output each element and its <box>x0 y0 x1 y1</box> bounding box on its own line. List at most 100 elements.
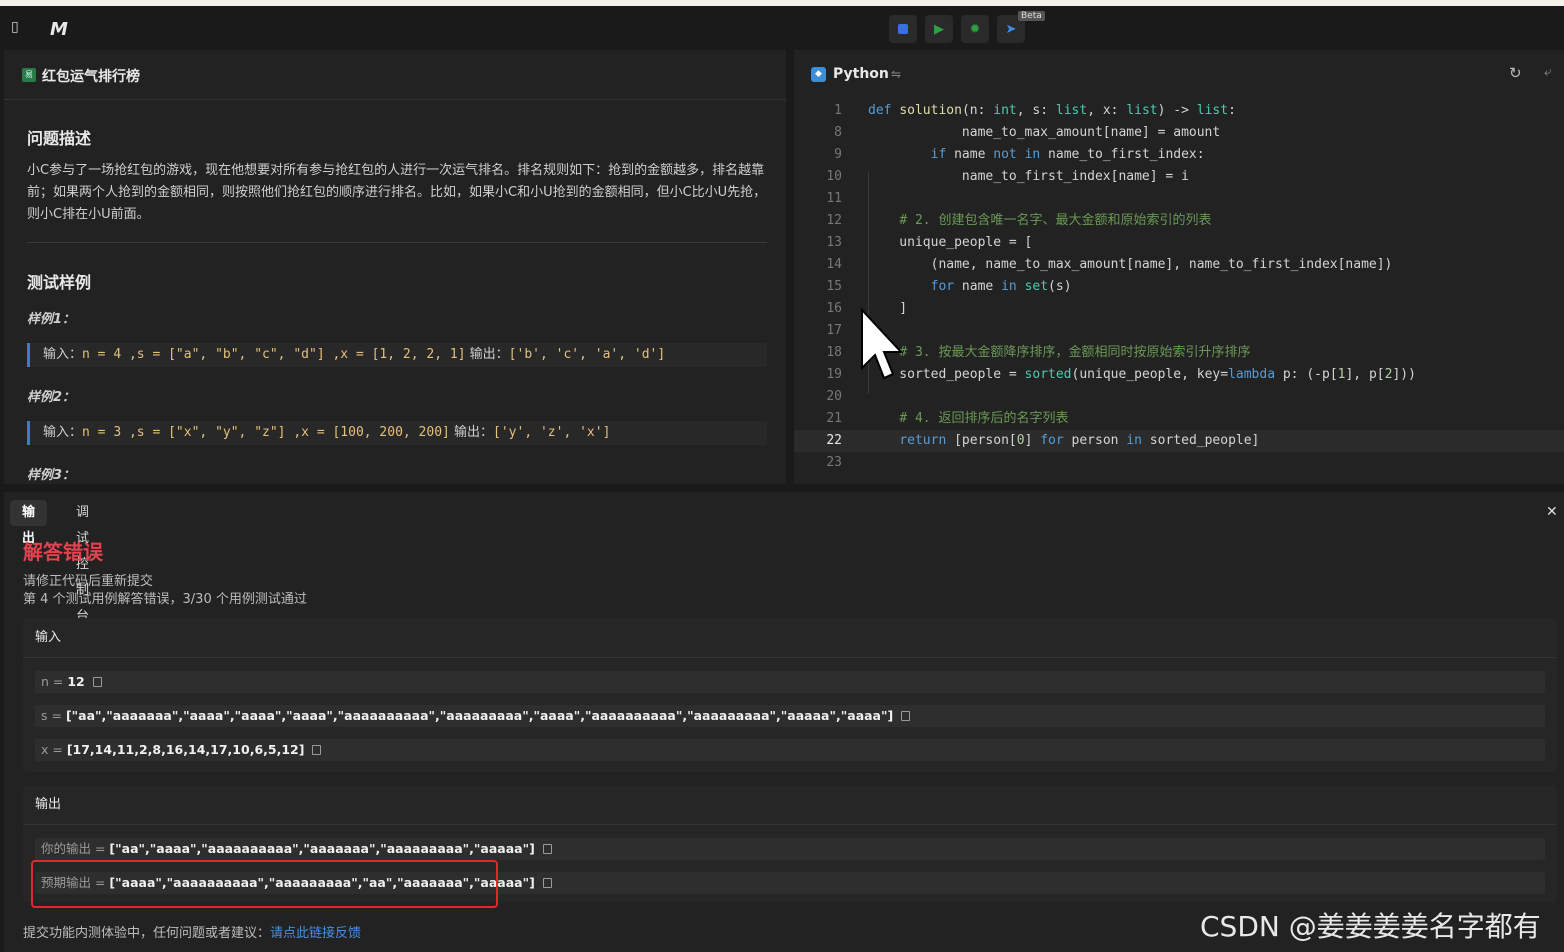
annotation-highlight-box <box>31 860 498 908</box>
run-icon: ▶ <box>934 21 944 37</box>
input-row: s = ["aa","aaaaaaa","aaaa","aaaa","aaaa"… <box>35 705 1545 727</box>
code-line[interactable]: 10 name_to_first_index[name] = i <box>794 166 1564 188</box>
output-prefix: 输出： <box>449 425 494 440</box>
copy-icon[interactable] <box>542 877 552 888</box>
code-text: # 2. 创建包含唯一名字、最大金额和原始索引的列表 <box>899 213 1212 228</box>
code-line[interactable]: 18 # 3. 按最大金额降序排序，金额相同时按原始索引升序排序 <box>794 342 1564 364</box>
sample-box: 输入：n = 4 ,s = ["a", "b", "c", "d"] ,x = … <box>27 343 767 367</box>
samples-heading: 测试样例 <box>27 273 92 292</box>
submit-icon: ➤ <box>1005 21 1017 37</box>
copy-icon[interactable] <box>312 744 322 755</box>
copy-icon[interactable] <box>92 676 102 687</box>
result-panel: 输出 调试控制台 ✕ 解答错误 请修正代码后重新提交 第 4 个测试用例解答错误… <box>4 492 1564 952</box>
code-text: if name not in name_to_first_index: <box>930 147 1205 162</box>
code-line[interactable]: 22 return [person[0] for person in sorte… <box>794 430 1564 452</box>
sample-label: 样例1： <box>27 312 76 327</box>
feedback-footer: 提交功能内测体验中，任何问题或者建议：请点此链接反馈 <box>23 922 361 941</box>
close-icon[interactable]: ✕ <box>1546 504 1558 520</box>
run-button[interactable]: ▶ <box>925 15 953 43</box>
code-text: sorted_people = sorted(unique_people, ke… <box>868 367 1416 382</box>
input-heading: 输入 <box>23 618 1557 658</box>
code-editor-panel: ◆ Python ⇋ ↻ ⤶ 1 def solution(n: int, s: … <box>794 50 1564 484</box>
problem-panel: 易 红包运气排行榜 问题描述 小C参与了一场抢红包的游戏，现在他想要对所有参与抢… <box>4 50 786 484</box>
input-key: n = <box>41 674 68 689</box>
problem-difficulty-icon: 易 <box>22 68 36 82</box>
code-line[interactable]: 15 for name in set(s) <box>794 276 1564 298</box>
code-text: return [person[0] for person in sorted_p… <box>899 433 1260 448</box>
input-row: x = [17,14,11,2,8,16,14,17,10,6,5,12] <box>35 739 1545 761</box>
code-line[interactable]: 21 # 4. 返回排序后的名字列表 <box>794 408 1564 430</box>
problem-header: 易 红包运气排行榜 <box>4 50 786 100</box>
line-number: 16 <box>826 301 842 316</box>
code-line[interactable]: 23 <box>794 452 1564 474</box>
code-line[interactable]: 9 if name not in name_to_first_index: <box>794 144 1564 166</box>
line-number: 13 <box>826 235 842 250</box>
input-prefix: 输入： <box>43 425 83 440</box>
input-value: [17,14,11,2,8,16,14,17,10,6,5,12] <box>66 742 305 757</box>
code-line[interactable]: 12 # 2. 创建包含唯一名字、最大金额和原始索引的列表 <box>794 210 1564 232</box>
description-heading: 问题描述 <box>27 129 92 148</box>
code-text: name_to_max_amount[name] = amount <box>868 125 1221 140</box>
line-number: 8 <box>834 125 842 140</box>
input-key: s = <box>41 708 66 723</box>
input-prefix: 输入： <box>43 347 83 362</box>
your-output-value: ["aa","aaaa","aaaaaaaaaa","aaaaaaa","aaa… <box>109 841 535 856</box>
line-number: 12 <box>826 213 842 228</box>
debug-button[interactable]: ✹ <box>961 15 989 43</box>
mouse-cursor-icon <box>861 308 904 380</box>
output-key: 你的输出 = <box>41 841 110 856</box>
code-line[interactable]: 11 <box>794 188 1564 210</box>
code-line[interactable]: 20 <box>794 386 1564 408</box>
input-row: n = 12 <box>35 671 1545 693</box>
line-number: 15 <box>826 279 842 294</box>
line-number: 18 <box>826 345 842 360</box>
verdict-hint: 请修正代码后重新提交 <box>23 574 154 589</box>
code-line[interactable]: 16 ] <box>794 298 1564 320</box>
code-text: unique_people = [ <box>868 235 1033 250</box>
copy-icon[interactable] <box>901 710 911 721</box>
tab-debug-console[interactable]: 调试控制台 <box>64 500 101 624</box>
line-number: 22 <box>826 433 842 448</box>
stop-button[interactable] <box>889 15 917 43</box>
sample-label: 样例2： <box>27 390 76 405</box>
top-toolbar: ▯ M ▶ ✹ ➤ Beta <box>0 6 1564 48</box>
code-text: name_to_first_index[name] = i <box>868 169 1189 184</box>
code-line[interactable]: 8 name_to_max_amount[name] = amount <box>794 122 1564 144</box>
code-text: # 3. 按最大金额降序排序，金额相同时按原始索引升序排序 <box>899 345 1251 360</box>
problem-description: 小C参与了一场抢红包的游戏，现在他想要对所有参与抢红包的人进行一次运气排名。排名… <box>27 163 767 222</box>
sample-output: ['y', 'z', 'x'] <box>493 425 611 440</box>
beta-badge: Beta <box>1018 11 1045 21</box>
sample-input: n = 3 ,s = ["x", "y", "z"] ,x = [100, 20… <box>82 425 450 440</box>
watermark: CSDN @姜姜姜姜名字都有 <box>1200 910 1541 943</box>
copy-icon[interactable] <box>542 843 552 854</box>
code-text: def solution(n: int, s: list, x: list) -… <box>868 103 1236 118</box>
logo: M <box>50 19 68 40</box>
python-icon: ◆ <box>811 67 826 82</box>
line-number: 21 <box>826 411 842 426</box>
tab-output[interactable]: 输出 <box>10 500 48 546</box>
line-number: 19 <box>826 367 842 382</box>
output-prefix: 输出： <box>465 347 509 362</box>
feedback-link[interactable]: 请点此链接反馈 <box>270 926 361 941</box>
language-selector[interactable]: Python <box>833 66 889 82</box>
refresh-icon[interactable]: ↻ <box>1509 64 1522 82</box>
line-number: 17 <box>826 323 842 338</box>
input-block: 输入 n = 12 s = ["aa","aaaaaaa","aaaa","aa… <box>23 618 1557 772</box>
code-text: # 4. 返回排序后的名字列表 <box>899 411 1069 426</box>
wrap-icon[interactable]: ⤶ <box>1544 64 1552 80</box>
code-line[interactable]: 14 (name, name_to_max_amount[name], name… <box>794 254 1564 276</box>
verdict: 解答错误 <box>23 540 103 564</box>
swap-icon[interactable]: ⇋ <box>891 67 901 81</box>
sample-box: 输入：n = 3 ,s = ["x", "y", "z"] ,x = [100,… <box>27 421 767 445</box>
sidebar-toggle-icon[interactable]: ▯ <box>11 19 19 35</box>
output-heading: 输出 <box>23 785 1557 825</box>
code-line[interactable]: 17 <box>794 320 1564 342</box>
line-number: 20 <box>826 389 842 404</box>
code-line[interactable]: 1 def solution(n: int, s: list, x: list) … <box>794 100 1564 122</box>
code-line[interactable]: 13 unique_people = [ <box>794 232 1564 254</box>
footer-text: 提交功能内测体验中，任何问题或者建议： <box>23 926 271 941</box>
verdict-summary: 第 4 个测试用例解答错误，3/30 个用例测试通过 <box>23 592 307 607</box>
line-number: 9 <box>834 147 842 162</box>
line-number: 10 <box>826 169 842 184</box>
code-line[interactable]: 19 sorted_people = sorted(unique_people,… <box>794 364 1564 386</box>
